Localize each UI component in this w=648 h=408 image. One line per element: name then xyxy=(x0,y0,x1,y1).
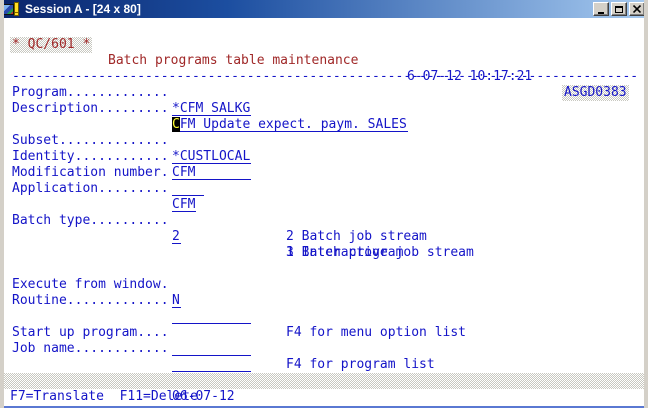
terminal-screen[interactable]: * QC/601 * Batch programs table maintena… xyxy=(4,18,644,406)
batch-type-options-row: 2 Batch job stream xyxy=(4,213,644,244)
modification-number-row: Modification number. xyxy=(4,149,644,196)
app-icon xyxy=(4,1,20,17)
batch-type-option-3: 3 Interactive job stream xyxy=(286,245,474,260)
description-row: Description......... CFM Update expect. … xyxy=(4,85,644,132)
start-up-program-field[interactable] xyxy=(172,341,251,356)
job-name-row: Job name............ xyxy=(4,325,644,372)
minimize-icon xyxy=(598,11,604,14)
start-up-program-row: Start up program.... F4 for program list xyxy=(4,309,644,372)
identity-row: Identity............ CFM xyxy=(4,133,644,180)
session-window: Session A - [24 x 80] * QC/601 * Batch p… xyxy=(0,0,648,408)
application-label: Application......... xyxy=(12,181,169,196)
header-row: * QC/601 * Batch programs table maintena… xyxy=(4,21,644,101)
description-label: Description......... xyxy=(12,101,169,116)
maximize-button[interactable] xyxy=(611,2,627,16)
batch-type-options-row: 3 Interactive job stream xyxy=(4,229,644,260)
terminal-screen-icon xyxy=(4,3,14,15)
window-title: Session A - [24 x 80] xyxy=(25,2,141,16)
job-name-label: Job name............ xyxy=(12,341,169,356)
execute-from-window-row: Execute from window. N xyxy=(4,261,644,308)
batch-type-row: Batch type.......... 2 1 Batch program xyxy=(4,197,644,260)
close-button[interactable] xyxy=(629,2,644,16)
separator-row: ----------------------------------------… xyxy=(4,53,644,84)
change-date-row: Change date......... 06-07-12 xyxy=(4,357,644,404)
minimize-button[interactable] xyxy=(593,2,609,16)
titlebar[interactable]: Session A - [24 x 80] xyxy=(4,0,644,18)
program-row: Program............. *CFM SALKG xyxy=(4,69,644,116)
screen-id: * QC/601 * xyxy=(10,37,93,53)
subset-row: Subset.............. *CUSTLOCAL xyxy=(4,117,644,164)
routine-row: Routine............. F4 for menu option … xyxy=(4,277,644,340)
function-key-bar: F7=Translate F11=Delete xyxy=(4,373,644,404)
close-icon xyxy=(633,5,641,13)
function-key-row: F7=Translate F11=Delete xyxy=(4,373,644,404)
routine-label: Routine............. xyxy=(12,293,169,308)
function-keys: F7=Translate F11=Delete xyxy=(10,389,198,404)
window-controls xyxy=(593,2,644,16)
execute-from-window-field[interactable]: N xyxy=(172,293,181,308)
modification-number-field[interactable] xyxy=(172,181,204,196)
program-field[interactable]: *CFM SALKG xyxy=(172,101,251,116)
application-row: Application......... CFM xyxy=(4,165,644,212)
maximize-icon xyxy=(615,5,623,13)
exclamation-icon xyxy=(14,1,19,16)
